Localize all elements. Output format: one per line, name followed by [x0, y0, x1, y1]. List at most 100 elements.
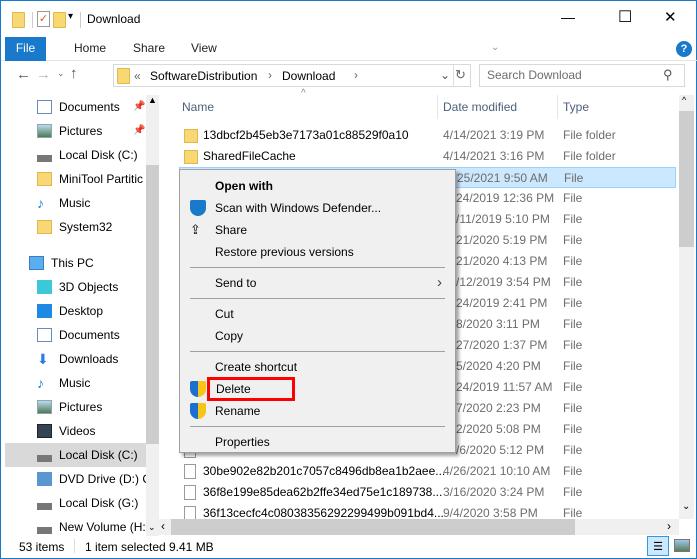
tab-home[interactable]: Home — [74, 37, 106, 61]
nav-item-label: Pictures — [59, 400, 103, 414]
file-date: /6/2020 5:12 PM — [456, 443, 545, 457]
tab-view[interactable]: View — [191, 37, 217, 61]
file-type: File — [563, 191, 583, 205]
h-scroll-thumb[interactable] — [171, 519, 575, 535]
scroll-up-icon[interactable]: ▲ — [148, 95, 157, 105]
status-bar: 53 items 1 item selected 9.41 MB ☰ — [2, 536, 697, 558]
expand-ribbon-icon[interactable]: ⌄ — [491, 37, 499, 61]
file-row[interactable]: 30be902e82b201c7057c8496db8ea1b2aee... 4/… — [179, 461, 676, 482]
up-button[interactable]: ↑ — [70, 65, 78, 82]
refresh-icon[interactable]: ↻ — [455, 67, 466, 83]
file-name: 13dbcf2b45eb3e7173a01c88529f0a10 — [203, 128, 409, 142]
nav-scrollbar[interactable]: ▲ ⌄ — [146, 95, 159, 536]
nav-item[interactable]: New Volume (H: — [5, 515, 146, 535]
nav-item[interactable]: MiniTool Partitic — [5, 167, 146, 191]
pin-icon[interactable]: 📌 — [133, 95, 145, 119]
nav-item-label: This PC — [51, 256, 94, 270]
nav-item[interactable]: System32 — [5, 215, 146, 239]
address-overflow[interactable]: « — [134, 69, 141, 83]
nav-item-label: Desktop — [59, 304, 104, 318]
menu-item-create-shortcut[interactable]: Create shortcut — [182, 356, 453, 378]
menu-item-delete[interactable]: Delete — [182, 377, 453, 401]
share-icon: ⇪ — [190, 222, 201, 237]
column-header-type[interactable]: Type — [563, 95, 589, 119]
menu-item-share[interactable]: Share ⇪ — [182, 219, 453, 241]
nav-item[interactable]: Desktop — [5, 299, 146, 323]
nav-item[interactable]: Documents 📌 — [5, 95, 146, 119]
nav-item[interactable]: Videos — [5, 419, 146, 443]
pin-icon[interactable]: 📌 — [133, 119, 145, 143]
back-button[interactable]: ← — [16, 66, 31, 83]
nav-item[interactable]: ♪ Music — [5, 371, 146, 395]
file-row[interactable]: 13dbcf2b45eb3e7173a01c88529f0a10 4/14/202… — [179, 125, 676, 146]
scroll-right-icon[interactable]: › — [667, 519, 671, 533]
scroll-left-icon[interactable]: ‹ — [161, 519, 165, 533]
tab-share[interactable]: Share — [133, 37, 165, 61]
menu-item-label: Delete — [207, 377, 295, 401]
search-input[interactable]: Search Download — [479, 64, 685, 87]
file-list-scrollbar[interactable]: ^ ⌄ — [679, 95, 694, 519]
scroll-down-icon[interactable]: ⌄ — [148, 522, 156, 533]
nav-item[interactable]: Local Disk (C:) — [5, 443, 146, 467]
ribbon-tabs: File Home Share View ⌄ ? — [1, 37, 697, 61]
properties-quick-icon[interactable]: ✓ — [37, 11, 50, 27]
menu-item-copy[interactable]: Copy — [182, 325, 453, 347]
file-type: File — [563, 464, 583, 478]
column-header-date[interactable]: Date modified — [443, 95, 517, 119]
address-bar[interactable]: « SoftwareDistribution › Download › ⌄ ↻ — [113, 64, 471, 87]
nav-item[interactable]: ⬇ Downloads — [5, 347, 146, 371]
scroll-down-icon[interactable]: ⌄ — [682, 501, 690, 512]
details-view-button[interactable]: ☰ — [647, 536, 669, 556]
nav-scroll-thumb[interactable] — [146, 165, 159, 444]
column-header-name[interactable]: Name — [182, 95, 214, 119]
close-button[interactable]: ✕ — [664, 8, 677, 26]
nav-item[interactable]: Local Disk (C:) — [5, 143, 146, 167]
file-row[interactable]: SharedFileCache 4/14/2021 3:16 PM File fol… — [179, 146, 676, 167]
menu-item-cut[interactable]: Cut — [182, 303, 453, 325]
nav-item[interactable]: Pictures — [5, 395, 146, 419]
file-scroll-thumb[interactable] — [679, 111, 694, 247]
breadcrumb-chevron-icon[interactable]: › — [268, 68, 272, 82]
menu-item-rename[interactable]: Rename — [182, 400, 453, 422]
nav-item[interactable]: DVD Drive (D:) C — [5, 467, 146, 491]
file-name: SharedFileCache — [203, 149, 296, 163]
nav-item[interactable]: Pictures 📌 — [5, 119, 146, 143]
horizontal-scrollbar[interactable]: ‹ › — [159, 519, 679, 535]
scroll-up-icon[interactable]: ^ — [682, 95, 686, 105]
address-dropdown-icon[interactable]: ⌄ — [440, 68, 450, 82]
defender-icon — [190, 200, 206, 216]
breadcrumb-softwaredistribution[interactable]: SoftwareDistribution — [150, 69, 257, 83]
recent-locations-icon[interactable]: ⌄ — [57, 68, 65, 79]
large-icons-view-button[interactable] — [674, 539, 690, 552]
file-type: File — [564, 171, 584, 185]
nav-item[interactable]: 3D Objects — [5, 275, 146, 299]
new-folder-quick-icon[interactable] — [53, 12, 66, 28]
drive-icon — [37, 148, 52, 162]
menu-item-label: Cut — [215, 307, 234, 321]
file-type: File folder — [563, 128, 616, 142]
file-date: 25/2021 9:50 AM — [457, 171, 548, 185]
menu-item-scan-with-windows-defender[interactable]: Scan with Windows Defender... — [182, 197, 453, 219]
forward-button[interactable]: → — [36, 66, 51, 83]
drive-icon — [37, 520, 52, 534]
menu-item-send-to[interactable]: Send to › — [182, 272, 453, 294]
file-type: File — [563, 338, 583, 352]
menu-item-label: Properties — [215, 435, 270, 449]
breadcrumb-chevron-icon[interactable]: › — [354, 68, 358, 82]
nav-item[interactable]: Local Disk (G:) — [5, 491, 146, 515]
menu-item-restore-previous-versions[interactable]: Restore previous versions — [182, 241, 453, 263]
nav-item[interactable]: ♪ Music — [5, 191, 146, 215]
customize-quick-access-icon[interactable]: ▾ — [68, 11, 73, 22]
file-date: 4/14/2021 3:16 PM — [443, 149, 545, 163]
nav-item[interactable]: This PC — [5, 251, 146, 275]
maximize-button[interactable]: ☐ — [618, 7, 632, 27]
tab-file[interactable]: File — [5, 37, 46, 61]
help-icon[interactable]: ? — [676, 41, 692, 57]
breadcrumb-download[interactable]: Download — [282, 69, 335, 83]
menu-item-open-with[interactable]: Open with — [182, 175, 453, 197]
menu-item-properties[interactable]: Properties — [182, 431, 453, 453]
file-row[interactable]: 36f8e199e85dea62b2ffe34ed75e1c189738... 3… — [179, 482, 676, 503]
navigation-pane: Documents 📌 Pictures 📌 Local Disk (C:) MiniTo… — [2, 95, 146, 535]
minimize-button[interactable]: — — [561, 9, 575, 25]
nav-item[interactable]: Documents — [5, 323, 146, 347]
